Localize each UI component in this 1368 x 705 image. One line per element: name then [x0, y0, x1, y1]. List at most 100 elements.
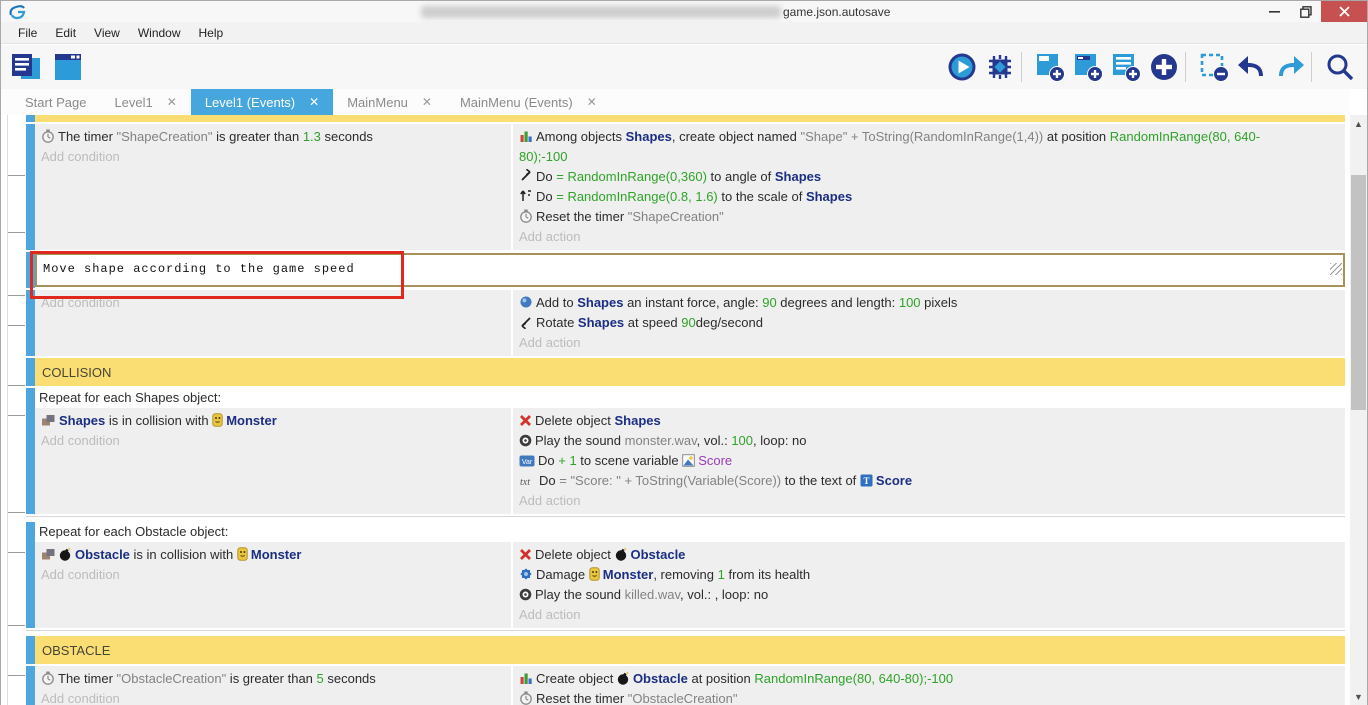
text-segment: Monster [226, 413, 277, 428]
action-line[interactable]: Delete object Obstacle [513, 545, 1299, 565]
action-line[interactable]: Reset the timer "ObstacleCreation" [513, 689, 1299, 705]
tab-close-icon[interactable]: ✕ [309, 95, 319, 109]
action-line[interactable]: Damage Monster, removing 1 from its heal… [513, 565, 1299, 585]
preview-play-button[interactable] [946, 51, 978, 83]
vertical-scrollbar[interactable]: ▲ ▼ [1350, 115, 1367, 705]
action-line[interactable]: Play the sound monster.wav, vol.: 100, l… [513, 431, 1299, 451]
title-bar: game.json.autosave [1, 1, 1367, 22]
scroll-down-arrow-icon[interactable]: ▼ [1350, 688, 1367, 705]
tab-label: MainMenu (Events) [460, 95, 573, 110]
text-segment: at position [688, 671, 755, 686]
text-segment: 100 [731, 433, 753, 448]
tab-level1-events-[interactable]: Level1 (Events)✕ [191, 89, 333, 115]
window-title: game.json.autosave [783, 5, 890, 19]
menu-item-window[interactable]: Window [129, 23, 190, 43]
event-title[interactable]: Repeat for each Obstacle object: [35, 522, 1345, 542]
text-segment: 1.3 [303, 129, 321, 144]
action-line[interactable]: Do = RandomInRange(0,360) to angle of Sh… [513, 167, 1299, 187]
condition-line[interactable]: Shapes is in collision with Monster [35, 411, 511, 431]
tab-close-icon[interactable]: ✕ [587, 95, 597, 109]
add-condition[interactable]: Add condition [35, 689, 511, 705]
condition-line[interactable]: The timer "ShapeCreation" is greater tha… [35, 127, 511, 147]
comment-text-input[interactable]: Move shape according to the game speed [35, 253, 1345, 287]
action-line[interactable]: Play the sound killed.wav, vol.: , loop:… [513, 585, 1299, 605]
menu-item-file[interactable]: File [9, 23, 46, 43]
add-condition[interactable]: Add condition [35, 431, 511, 451]
add-action[interactable]: Add action [513, 605, 1299, 625]
action-line[interactable]: Create object Obstacle at position Rando… [513, 669, 1299, 689]
actions-column: Create object Obstacle at position Rando… [511, 666, 1345, 705]
group-header-obstacle[interactable]: OBSTACLE [35, 636, 1345, 664]
search-icon [1325, 52, 1355, 82]
add-action[interactable]: Add action [513, 227, 1299, 247]
action-line[interactable]: Delete object Shapes [513, 411, 1299, 431]
action-line[interactable]: txtDo = "Score: " + ToString(Variable(Sc… [513, 471, 1299, 491]
create-object-icon [519, 129, 536, 144]
close-button[interactable] [1321, 1, 1367, 22]
add-action[interactable]: Add action [513, 333, 1299, 353]
add-comment-button[interactable] [1110, 51, 1142, 83]
add-condition[interactable]: Add condition [35, 293, 511, 313]
scrollbar-thumb[interactable] [1351, 175, 1366, 410]
text-segment: Shapes [615, 413, 661, 428]
debug-button[interactable] [984, 51, 1016, 83]
text-segment: Do [536, 189, 556, 204]
resize-grip-icon[interactable] [1330, 263, 1342, 275]
menu-item-view[interactable]: View [85, 23, 129, 43]
action-line[interactable]: Among objects Shapes, create object name… [513, 127, 1299, 167]
text-segment: Score [876, 473, 912, 488]
action-line[interactable]: Do = RandomInRange(0.8, 1.6) to the scal… [513, 187, 1299, 207]
action-line[interactable]: Reset the timer "ShapeCreation" [513, 207, 1299, 227]
action-line[interactable]: Add to Shapes an instant force, angle: 9… [513, 293, 1299, 313]
add-event-button[interactable] [1034, 51, 1066, 83]
add-action[interactable]: Add action [513, 491, 1299, 511]
project-manager-button[interactable] [9, 50, 43, 84]
obstacle-icon [59, 547, 75, 562]
tab-close-icon[interactable]: ✕ [422, 95, 432, 109]
text-segment: Shapes [577, 295, 623, 310]
undo-button[interactable] [1236, 51, 1268, 83]
text-segment: "ObstacleCreation" [117, 671, 227, 686]
action-line[interactable]: Rotate Shapes at speed 90deg/second [513, 313, 1299, 333]
search-button[interactable] [1324, 51, 1356, 83]
monster-icon [237, 547, 251, 562]
text-segment: 100 [899, 295, 921, 310]
tab-close-icon[interactable]: ✕ [167, 95, 177, 109]
delete-icon [519, 547, 535, 562]
text-segment: "ObstacleCreation" [628, 691, 738, 705]
tab-mainmenu-events-[interactable]: MainMenu (Events) ✕ [446, 89, 611, 115]
restore-button[interactable] [1290, 1, 1321, 22]
scene-editor-button[interactable] [51, 50, 85, 84]
tab-start-page[interactable]: Start Page [11, 89, 100, 115]
text-segment: 5 [317, 671, 324, 686]
force-icon [519, 295, 536, 310]
actions-column: Delete object ObstacleDamage Monster, re… [511, 542, 1345, 628]
text-segment: seconds [324, 671, 376, 686]
text-segment: RandomInRange(80, 640-80);-100 [754, 671, 953, 686]
add-new-button[interactable] [1148, 51, 1180, 83]
event-title[interactable]: Repeat for each Shapes object: [35, 388, 1345, 408]
delete-selection-button[interactable] [1198, 51, 1230, 83]
text-segment: deg/second [696, 315, 763, 330]
redo-button[interactable] [1274, 51, 1306, 83]
condition-line[interactable]: The timer "ObstacleCreation" is greater … [35, 669, 511, 689]
partial-header-strip [35, 115, 1345, 122]
condition-line[interactable]: Obstacle is in collision with Monster [35, 545, 511, 565]
tab-level1[interactable]: Level1✕ [100, 89, 190, 115]
group-header-collision[interactable]: COLLISION [35, 358, 1345, 386]
menu-item-edit[interactable]: Edit [46, 23, 85, 43]
minimize-button[interactable] [1259, 1, 1290, 22]
add-condition[interactable]: Add condition [35, 147, 511, 167]
add-condition[interactable]: Add condition [35, 565, 511, 585]
menu-item-help[interactable]: Help [190, 23, 233, 43]
text-segment: to the text of [781, 473, 860, 488]
event-gutter-tick [8, 325, 25, 326]
event-rail [26, 388, 35, 514]
action-line[interactable]: VarDo + 1 to scene variable Score [513, 451, 1299, 471]
add-subevent-button[interactable] [1072, 51, 1104, 83]
tab-mainmenu[interactable]: MainMenu✕ [333, 89, 446, 115]
text-segment: "ShapeCreation" [117, 129, 213, 144]
scroll-up-arrow-icon[interactable]: ▲ [1350, 115, 1367, 132]
text-segment: Shapes [59, 413, 105, 428]
scale-icon [519, 189, 536, 204]
